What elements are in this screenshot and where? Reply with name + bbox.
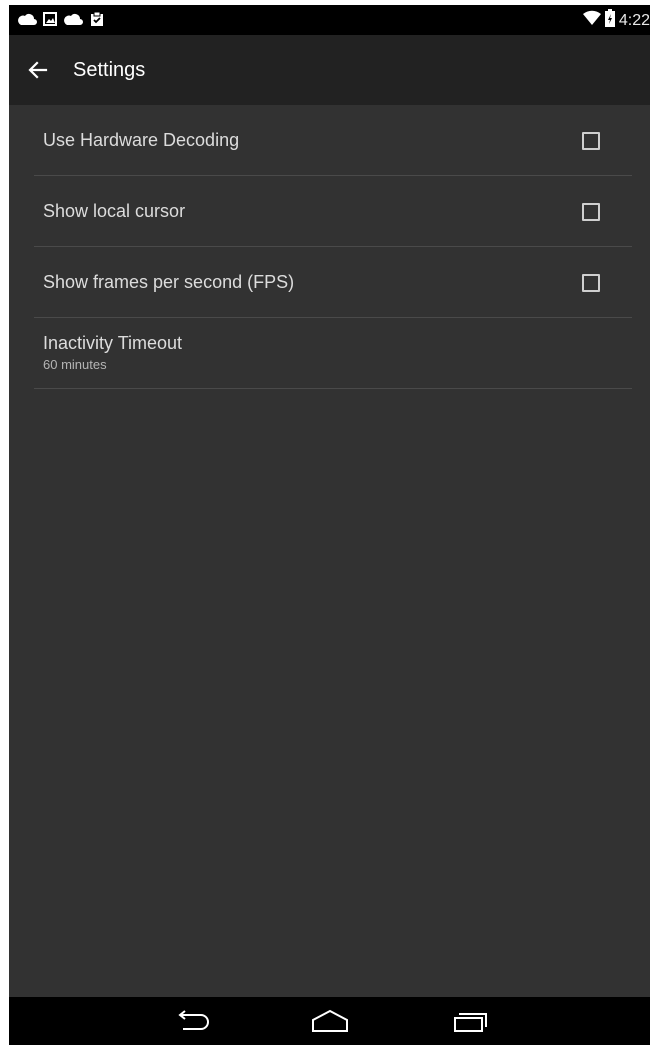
status-bar: 4:22 [9,5,650,35]
setting-label: Use Hardware Decoding [43,130,240,150]
show-fps-checkbox[interactable] [582,274,600,292]
hardware-decoding-checkbox[interactable] [582,132,600,150]
show-local-cursor-checkbox[interactable] [582,203,600,221]
setting-summary: 60 minutes [43,357,107,372]
setting-label: Show frames per second (FPS) [43,272,295,292]
wifi-icon [582,10,601,31]
setting-show-local-cursor[interactable]: Show local cursor [34,176,632,247]
setting-label: Show local cursor [43,201,186,221]
setting-inactivity-timeout[interactable]: Inactivity Timeout 60 minutes [34,318,632,389]
status-time: 4:22 [618,11,650,29]
image-icon [43,12,57,26]
system-icons: 4:22 [582,9,650,32]
setting-hardware-decoding[interactable]: Use Hardware Decoding [34,105,632,176]
recents-icon [450,1013,490,1039]
clipboard-check-icon [89,11,105,27]
navigation-bar [9,997,650,1045]
device-screen: 4:22 Settings Use Hardware Decoding Show… [9,5,650,1045]
setting-title: Inactivity Timeout [43,333,183,353]
settings-list: Use Hardware Decoding Show local cursor … [34,105,632,389]
arrow-left-icon [25,61,51,87]
app-bar: Settings [9,35,650,105]
setting-show-fps[interactable]: Show frames per second (FPS) [34,247,632,318]
back-icon [173,1010,213,1039]
battery-icon [604,9,615,32]
home-icon [310,1009,350,1039]
nav-home-button[interactable] [310,1007,350,1035]
cloud-icon [17,12,37,26]
nav-recents-button[interactable] [450,1007,490,1035]
page-title: Settings [73,59,146,81]
cloud-icon [63,12,83,26]
nav-back-button[interactable] [173,1007,213,1035]
notification-icons [17,11,105,27]
back-button[interactable] [25,57,51,83]
